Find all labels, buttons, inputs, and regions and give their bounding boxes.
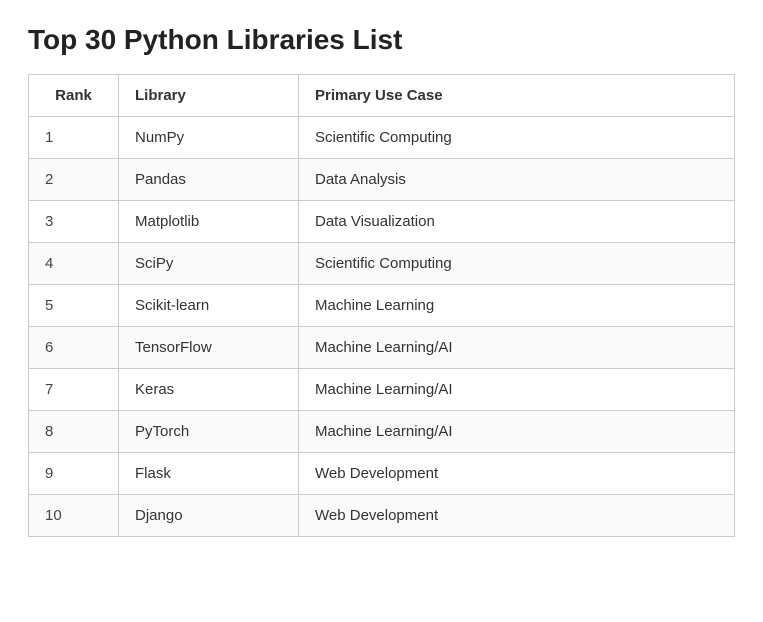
- libraries-table: Rank Library Primary Use Case 1NumPyScie…: [28, 74, 735, 537]
- cell-rank: 8: [29, 411, 119, 453]
- cell-use-case: Web Development: [299, 495, 735, 537]
- cell-use-case: Machine Learning/AI: [299, 327, 735, 369]
- table-row: 2PandasData Analysis: [29, 159, 735, 201]
- table-row: 1NumPyScientific Computing: [29, 117, 735, 159]
- table-row: 5Scikit-learnMachine Learning: [29, 285, 735, 327]
- cell-rank: 3: [29, 201, 119, 243]
- table-row: 3MatplotlibData Visualization: [29, 201, 735, 243]
- col-rank: Rank: [29, 75, 119, 117]
- cell-rank: 10: [29, 495, 119, 537]
- cell-use-case: Machine Learning/AI: [299, 369, 735, 411]
- cell-use-case: Machine Learning/AI: [299, 411, 735, 453]
- cell-library: Pandas: [119, 159, 299, 201]
- cell-use-case: Scientific Computing: [299, 117, 735, 159]
- cell-rank: 9: [29, 453, 119, 495]
- cell-rank: 5: [29, 285, 119, 327]
- table-header-row: Rank Library Primary Use Case: [29, 75, 735, 117]
- col-use-case: Primary Use Case: [299, 75, 735, 117]
- cell-use-case: Machine Learning: [299, 285, 735, 327]
- cell-rank: 6: [29, 327, 119, 369]
- table-row: 4SciPyScientific Computing: [29, 243, 735, 285]
- cell-library: Keras: [119, 369, 299, 411]
- cell-library: TensorFlow: [119, 327, 299, 369]
- cell-rank: 2: [29, 159, 119, 201]
- cell-library: SciPy: [119, 243, 299, 285]
- cell-library: Django: [119, 495, 299, 537]
- cell-library: Flask: [119, 453, 299, 495]
- cell-library: NumPy: [119, 117, 299, 159]
- cell-library: Scikit-learn: [119, 285, 299, 327]
- col-library: Library: [119, 75, 299, 117]
- cell-library: PyTorch: [119, 411, 299, 453]
- cell-rank: 4: [29, 243, 119, 285]
- cell-use-case: Scientific Computing: [299, 243, 735, 285]
- cell-library: Matplotlib: [119, 201, 299, 243]
- table-row: 9FlaskWeb Development: [29, 453, 735, 495]
- cell-use-case: Web Development: [299, 453, 735, 495]
- table-row: 8PyTorchMachine Learning/AI: [29, 411, 735, 453]
- table-row: 10DjangoWeb Development: [29, 495, 735, 537]
- page-title: Top 30 Python Libraries List: [28, 24, 735, 56]
- cell-use-case: Data Visualization: [299, 201, 735, 243]
- cell-rank: 7: [29, 369, 119, 411]
- table-row: 7KerasMachine Learning/AI: [29, 369, 735, 411]
- cell-rank: 1: [29, 117, 119, 159]
- table-row: 6TensorFlowMachine Learning/AI: [29, 327, 735, 369]
- cell-use-case: Data Analysis: [299, 159, 735, 201]
